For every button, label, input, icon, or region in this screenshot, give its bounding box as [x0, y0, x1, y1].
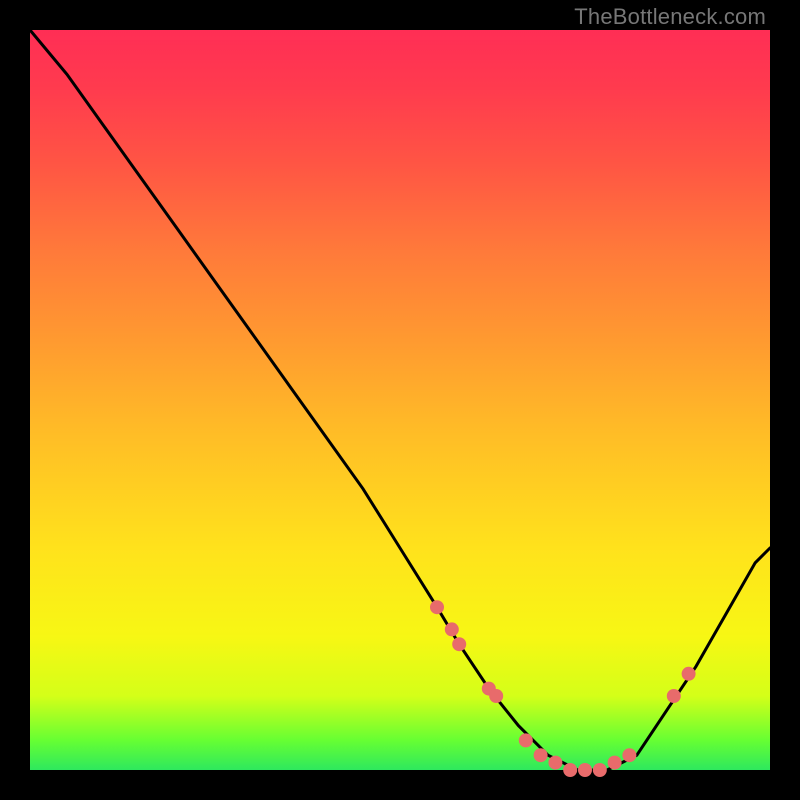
marker-dots-group: [430, 600, 696, 777]
marker-dot: [445, 622, 459, 636]
marker-dot: [622, 748, 636, 762]
bottleneck-curve-path: [30, 30, 770, 770]
marker-dot: [682, 667, 696, 681]
marker-dot: [563, 763, 577, 777]
marker-dot: [548, 756, 562, 770]
marker-dot: [534, 748, 548, 762]
bottleneck-curve-svg: [30, 30, 770, 770]
marker-dot: [489, 689, 503, 703]
marker-dot: [578, 763, 592, 777]
marker-dot: [519, 733, 533, 747]
marker-dot: [452, 637, 466, 651]
chart-frame: [30, 30, 770, 770]
marker-dot: [430, 600, 444, 614]
watermark-text: TheBottleneck.com: [574, 4, 766, 30]
marker-dot: [608, 756, 622, 770]
marker-dot: [667, 689, 681, 703]
marker-dot: [593, 763, 607, 777]
